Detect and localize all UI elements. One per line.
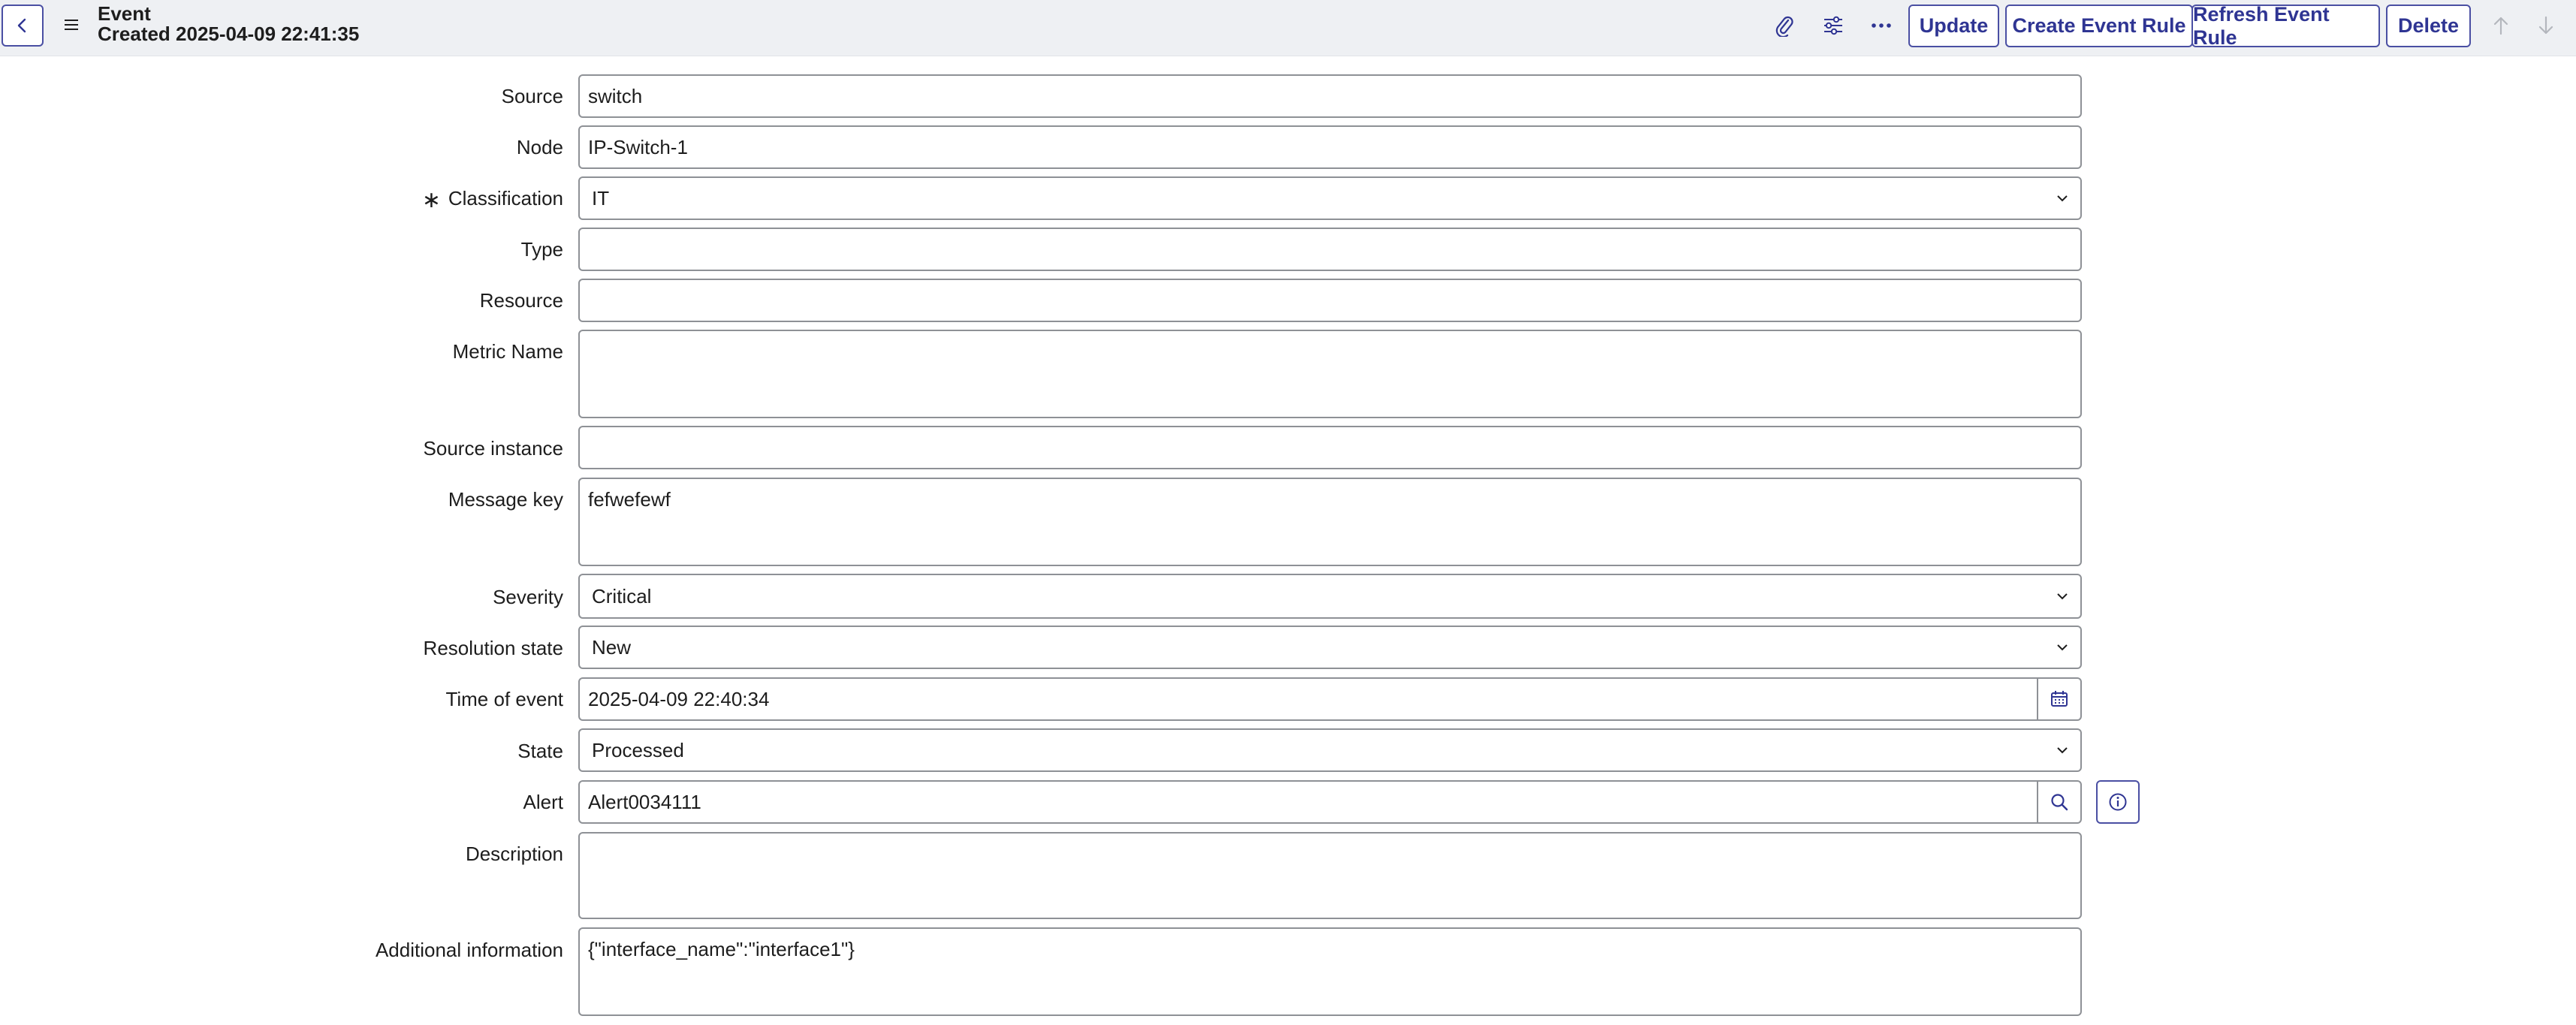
metric-name-label: Metric Name <box>452 340 563 363</box>
alert-input[interactable]: Alert0034111 <box>578 780 2082 824</box>
metric-name-textarea[interactable] <box>578 330 2082 418</box>
menu-icon <box>65 20 78 30</box>
classification-label: ∗ Classification <box>422 187 563 213</box>
classification-select[interactable]: IT <box>578 176 2082 220</box>
previous-record-button[interactable] <box>2486 11 2516 41</box>
resource-label: Resource <box>479 289 563 312</box>
arrow-down-icon <box>2538 16 2553 35</box>
delete-button[interactable]: Delete <box>2386 5 2471 47</box>
severity-select[interactable]: Critical <box>578 574 2082 619</box>
create-event-rule-button[interactable]: Create Event Rule <box>2005 5 2193 47</box>
alert-info-button[interactable] <box>2096 780 2140 824</box>
severity-label: Severity <box>493 586 563 608</box>
chevron-down-icon <box>2057 593 2068 600</box>
state-select[interactable]: Processed <box>578 728 2082 772</box>
source-instance-input[interactable] <box>578 426 2082 469</box>
refresh-event-rule-button[interactable]: Refresh Event Rule <box>2191 3 2380 49</box>
additional-information-label: Additional information <box>375 939 563 961</box>
node-label: Node <box>516 136 563 158</box>
required-marker: ∗ <box>421 188 441 213</box>
source-label: Source <box>501 85 563 107</box>
search-icon <box>2051 794 2068 811</box>
resolution-state-label: Resolution state <box>423 637 563 659</box>
back-button[interactable] <box>2 5 44 47</box>
sliders-icon <box>1824 16 1842 35</box>
record-created: Created 2025-04-09 22:41:35 <box>98 23 360 45</box>
info-icon <box>2109 793 2127 811</box>
chevron-down-icon <box>2057 195 2068 202</box>
message-key-textarea[interactable]: fefwefewf <box>578 478 2082 566</box>
chevron-down-icon <box>2057 644 2068 651</box>
calendar-icon <box>2051 691 2068 707</box>
state-label: State <box>517 740 563 762</box>
severity-value: Critical <box>592 584 652 607</box>
time-of-event-input[interactable]: 2025-04-09 22:40:34 <box>578 677 2082 721</box>
type-label: Type <box>520 238 563 261</box>
source-instance-label: Source instance <box>423 437 563 460</box>
classification-label-text: Classification <box>448 187 563 210</box>
more-icon <box>1872 23 1891 28</box>
attachment-button[interactable] <box>1769 11 1799 41</box>
alert-value: Alert0034111 <box>588 790 701 813</box>
chevron-down-icon <box>2057 747 2068 754</box>
paperclip-icon <box>1775 16 1793 37</box>
menu-button[interactable] <box>59 12 84 38</box>
description-textarea[interactable] <box>578 832 2082 919</box>
classification-value: IT <box>592 186 610 210</box>
message-key-label: Message key <box>448 488 563 511</box>
resource-input[interactable] <box>578 279 2082 322</box>
alert-label: Alert <box>523 791 563 813</box>
node-input[interactable]: IP-Switch-1 <box>578 125 2082 169</box>
record-title: Event <box>98 2 151 25</box>
back-icon <box>17 18 26 33</box>
state-value: Processed <box>592 738 684 761</box>
description-label: Description <box>465 843 563 865</box>
time-of-event-label: Time of event <box>445 688 563 710</box>
update-button[interactable]: Update <box>1908 5 1999 47</box>
alert-lookup-button[interactable] <box>2037 782 2080 822</box>
resolution-state-value: New <box>592 635 632 659</box>
additional-information-textarea[interactable]: {"interface_name":"interface1"} <box>578 927 2082 1016</box>
resolution-state-select[interactable]: New <box>578 626 2082 669</box>
source-input[interactable]: switch <box>578 74 2082 118</box>
arrow-up-icon <box>2493 17 2508 35</box>
time-of-event-value: 2025-04-09 22:40:34 <box>588 687 770 710</box>
next-record-button[interactable] <box>2531 11 2561 41</box>
type-input[interactable] <box>578 228 2082 271</box>
form-header: Event Created 2025-04-09 22:41:35 Update… <box>0 0 2576 56</box>
calendar-button[interactable] <box>2037 679 2080 719</box>
personalize-button[interactable] <box>1817 11 1849 41</box>
more-options-button[interactable] <box>1866 11 1897 41</box>
